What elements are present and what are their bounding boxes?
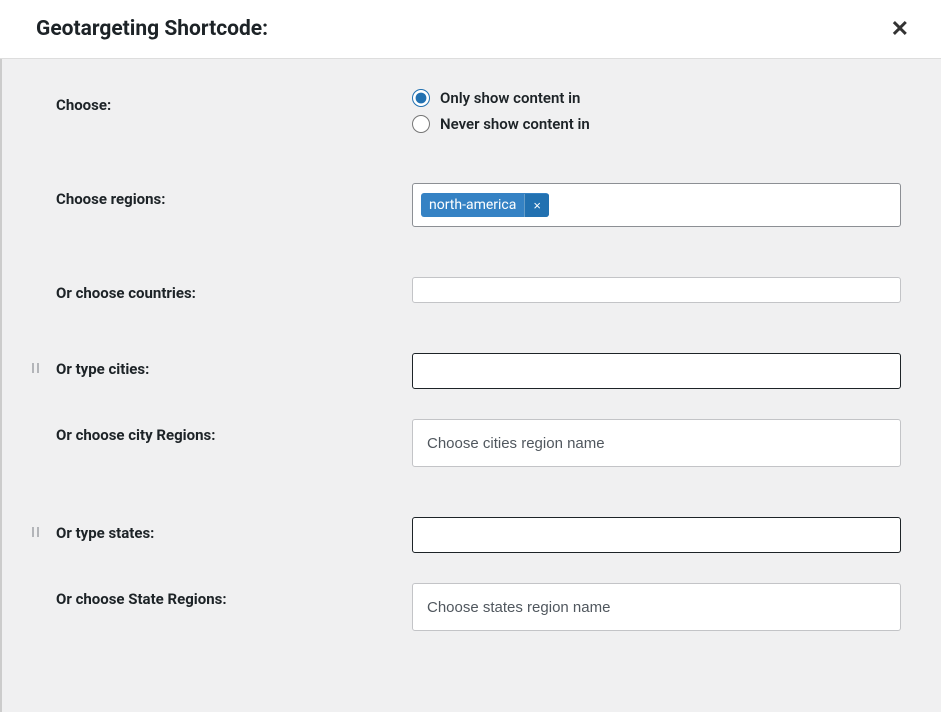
- region-tag-remove[interactable]: ×: [524, 194, 549, 217]
- regions-label-col: Choose regions:: [32, 183, 412, 208]
- states-row: Or type states:: [32, 517, 901, 553]
- state-regions-input[interactable]: [412, 583, 901, 631]
- region-tag-text: north-america: [421, 193, 524, 217]
- city-regions-label-col: Or choose city Regions:: [32, 419, 412, 444]
- city-regions-field-col: [412, 419, 901, 467]
- regions-input[interactable]: north-america ×: [412, 183, 901, 227]
- states-label: Or type states:: [56, 524, 154, 542]
- state-regions-field-col: [412, 583, 901, 631]
- regions-row: Choose regions: north-america ×: [32, 183, 901, 227]
- cities-label: Or type cities:: [56, 360, 149, 378]
- city-regions-input[interactable]: [412, 419, 901, 467]
- states-field-col: [412, 517, 901, 553]
- cities-label-col: Or type cities:: [32, 353, 412, 378]
- radio-only-show-input[interactable]: [412, 89, 430, 107]
- drag-handle-icon[interactable]: [30, 525, 44, 539]
- choose-row: Choose: Only show content in Never show …: [32, 89, 901, 133]
- regions-field-col: north-america ×: [412, 183, 901, 227]
- states-label-col: Or type states:: [32, 517, 412, 542]
- choose-radio-group: Only show content in Never show content …: [412, 89, 901, 133]
- states-input[interactable]: [412, 517, 901, 553]
- radio-only-show[interactable]: Only show content in: [412, 89, 901, 107]
- region-tag: north-america ×: [421, 193, 549, 217]
- radio-never-show-input[interactable]: [412, 115, 430, 133]
- modal-body: Choose: Only show content in Never show …: [0, 59, 941, 712]
- countries-row: Or choose countries:: [32, 277, 901, 303]
- drag-handle-icon[interactable]: [30, 361, 44, 375]
- regions-label: Choose regions:: [56, 190, 165, 208]
- countries-field-col: [412, 277, 901, 303]
- state-regions-label: Or choose State Regions:: [56, 590, 227, 608]
- choose-label-col: Choose:: [32, 89, 412, 114]
- radio-only-show-label: Only show content in: [440, 89, 580, 107]
- close-button[interactable]: ✕: [883, 12, 917, 46]
- countries-label: Or choose countries:: [56, 284, 196, 302]
- cities-input[interactable]: [412, 353, 901, 389]
- countries-input[interactable]: [412, 277, 901, 303]
- modal-title: Geotargeting Shortcode:: [36, 17, 268, 41]
- state-regions-row: Or choose State Regions:: [32, 583, 901, 631]
- choose-field-col: Only show content in Never show content …: [412, 89, 901, 133]
- cities-field-col: [412, 353, 901, 389]
- choose-label: Choose:: [56, 96, 111, 114]
- city-regions-label: Or choose city Regions:: [56, 426, 215, 444]
- cities-row: Or type cities:: [32, 353, 901, 389]
- radio-never-show-label: Never show content in: [440, 115, 590, 133]
- countries-label-col: Or choose countries:: [32, 277, 412, 302]
- geotargeting-modal: Geotargeting Shortcode: ✕ Choose: Only s…: [0, 0, 941, 712]
- modal-header: Geotargeting Shortcode: ✕: [0, 0, 941, 59]
- radio-never-show[interactable]: Never show content in: [412, 115, 901, 133]
- city-regions-row: Or choose city Regions:: [32, 419, 901, 467]
- state-regions-label-col: Or choose State Regions:: [32, 583, 412, 608]
